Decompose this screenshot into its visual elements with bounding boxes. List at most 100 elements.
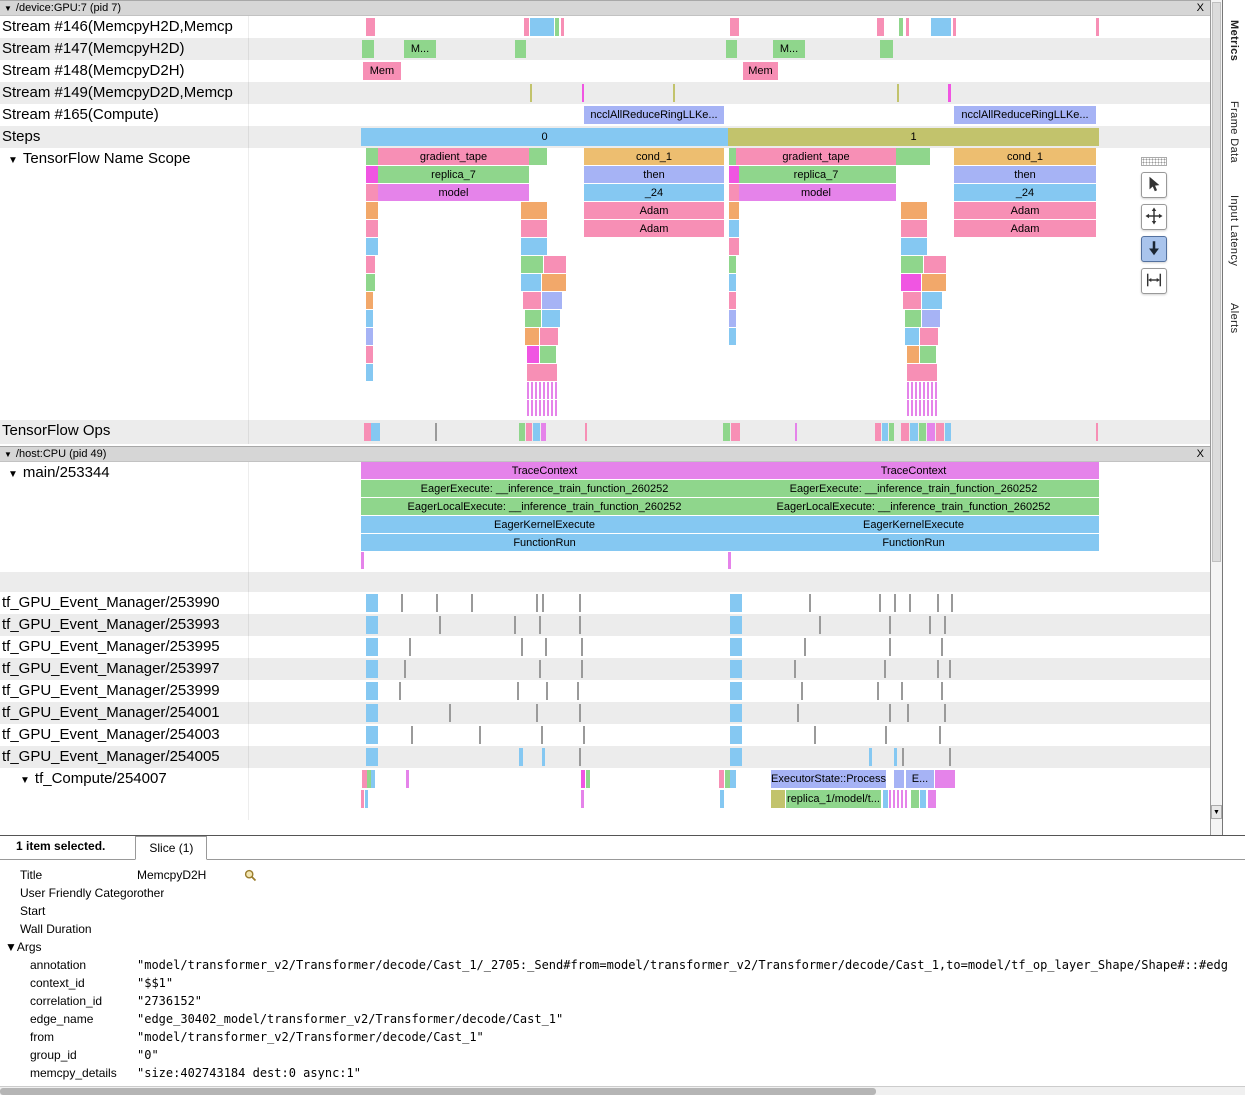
trace-event[interactable] <box>726 40 737 58</box>
trace-event[interactable] <box>541 726 543 744</box>
pan-tool-button[interactable] <box>1141 204 1167 230</box>
trace-event[interactable]: model <box>736 184 896 201</box>
trace-event[interactable] <box>366 682 378 700</box>
trace-event[interactable] <box>525 310 541 327</box>
trace-event[interactable]: replica_7 <box>378 166 529 183</box>
trace-event[interactable] <box>884 660 886 678</box>
close-icon[interactable]: X <box>1197 448 1204 460</box>
trace-event[interactable] <box>404 660 406 678</box>
trace-event[interactable]: then <box>954 166 1096 183</box>
trace-event[interactable] <box>730 616 742 634</box>
trace-event[interactable] <box>533 423 540 441</box>
timing-tool-button[interactable] <box>1141 268 1167 294</box>
trace-event[interactable] <box>901 682 903 700</box>
trace-event[interactable] <box>901 256 923 273</box>
trace-event[interactable] <box>366 346 373 363</box>
trace-event[interactable] <box>730 682 742 700</box>
trace-event[interactable]: replica_7 <box>736 166 896 183</box>
trace-event[interactable] <box>449 704 451 722</box>
trace-event[interactable] <box>814 726 816 744</box>
trace-event[interactable] <box>937 660 939 678</box>
trace-event[interactable] <box>523 292 541 309</box>
trace-event[interactable] <box>729 256 736 273</box>
trace-event[interactable] <box>719 770 724 788</box>
trace-event[interactable]: ncclAllReduceRingLLKe... <box>954 106 1096 124</box>
trace-event[interactable] <box>540 328 558 345</box>
trace-event[interactable]: cond_1 <box>584 148 724 165</box>
trace-event[interactable] <box>579 748 581 766</box>
scroll-thumb[interactable] <box>0 1088 876 1095</box>
trace-event[interactable]: ExecutorState::Process <box>771 770 886 788</box>
trace-event[interactable] <box>730 726 742 744</box>
trace-event[interactable]: gradient_tape <box>378 148 529 165</box>
trace-event[interactable] <box>729 184 739 201</box>
trace-event[interactable] <box>527 382 557 399</box>
trace-event[interactable] <box>479 726 481 744</box>
collapse-icon[interactable]: ▼ <box>8 469 18 480</box>
trace-event[interactable] <box>366 310 373 327</box>
trace-event[interactable] <box>728 552 731 569</box>
trace-event[interactable] <box>521 638 523 656</box>
trace-event[interactable] <box>581 638 583 656</box>
trace-event[interactable] <box>542 748 545 766</box>
trace-event[interactable] <box>365 790 368 808</box>
trace-event[interactable] <box>366 220 378 237</box>
trace-event[interactable] <box>889 704 891 722</box>
trace-event[interactable] <box>729 238 739 255</box>
trace-event[interactable]: ncclAllReduceRingLLKe... <box>584 106 724 124</box>
trace-event[interactable] <box>581 660 583 678</box>
trace-event[interactable] <box>889 423 894 441</box>
trace-event[interactable] <box>366 748 378 766</box>
trace-event[interactable]: _24 <box>954 184 1096 201</box>
trace-event[interactable] <box>471 594 473 612</box>
trace-event[interactable]: replica_1/model/t... <box>786 790 881 808</box>
trace-event[interactable] <box>579 704 581 722</box>
trace-event[interactable] <box>922 292 942 309</box>
trace-event[interactable] <box>907 400 937 416</box>
trace-event[interactable] <box>894 770 904 788</box>
trace-event[interactable] <box>730 748 742 766</box>
trace-event[interactable] <box>673 84 675 102</box>
trace-event[interactable] <box>527 346 539 363</box>
trace-event[interactable]: _24 <box>584 184 724 201</box>
trace-event[interactable] <box>361 790 364 808</box>
trace-event[interactable] <box>371 770 375 788</box>
trace-event[interactable] <box>929 616 931 634</box>
trace-event[interactable]: 1 <box>728 128 1099 146</box>
trace-event[interactable] <box>542 274 566 291</box>
trace-event[interactable] <box>949 660 951 678</box>
trace-event[interactable] <box>406 770 409 788</box>
trace-event[interactable] <box>910 423 918 441</box>
scroll-down-arrow-icon[interactable]: ▼ <box>1211 805 1222 819</box>
trace-event[interactable] <box>515 40 526 58</box>
trace-event[interactable]: EagerExecute: __inference_train_function… <box>361 480 728 497</box>
tab-slice[interactable]: Slice (1) <box>135 836 207 860</box>
trace-event[interactable] <box>889 790 909 808</box>
trace-event[interactable] <box>539 660 541 678</box>
trace-event[interactable] <box>949 748 951 766</box>
trace-event[interactable] <box>366 202 378 219</box>
trace-event[interactable] <box>583 726 585 744</box>
trace-event[interactable] <box>905 328 919 345</box>
track-label-name-scope[interactable]: ▼TensorFlow Name Scope <box>0 148 248 420</box>
collapse-icon[interactable]: ▼ <box>20 775 30 786</box>
trace-event[interactable] <box>366 184 378 201</box>
trace-event[interactable] <box>366 148 378 165</box>
trace-event[interactable] <box>521 274 541 291</box>
trace-event[interactable] <box>401 594 403 612</box>
trace-event[interactable] <box>907 346 919 363</box>
trace-event[interactable]: TraceContext <box>361 462 728 479</box>
trace-event[interactable]: EagerKernelExecute <box>361 516 728 533</box>
side-tab-input-latency[interactable]: Input Latency <box>1228 195 1240 266</box>
trace-event[interactable] <box>875 423 881 441</box>
trace-event[interactable] <box>882 423 888 441</box>
trace-event[interactable] <box>514 616 516 634</box>
trace-event[interactable] <box>927 423 935 441</box>
trace-event[interactable] <box>1096 18 1099 36</box>
trace-event[interactable] <box>720 790 724 808</box>
side-tab-metrics[interactable]: Metrics <box>1228 20 1240 61</box>
trace-event[interactable] <box>540 346 556 363</box>
trace-event[interactable] <box>879 594 881 612</box>
trace-event[interactable] <box>894 748 897 766</box>
trace-event[interactable] <box>436 594 438 612</box>
